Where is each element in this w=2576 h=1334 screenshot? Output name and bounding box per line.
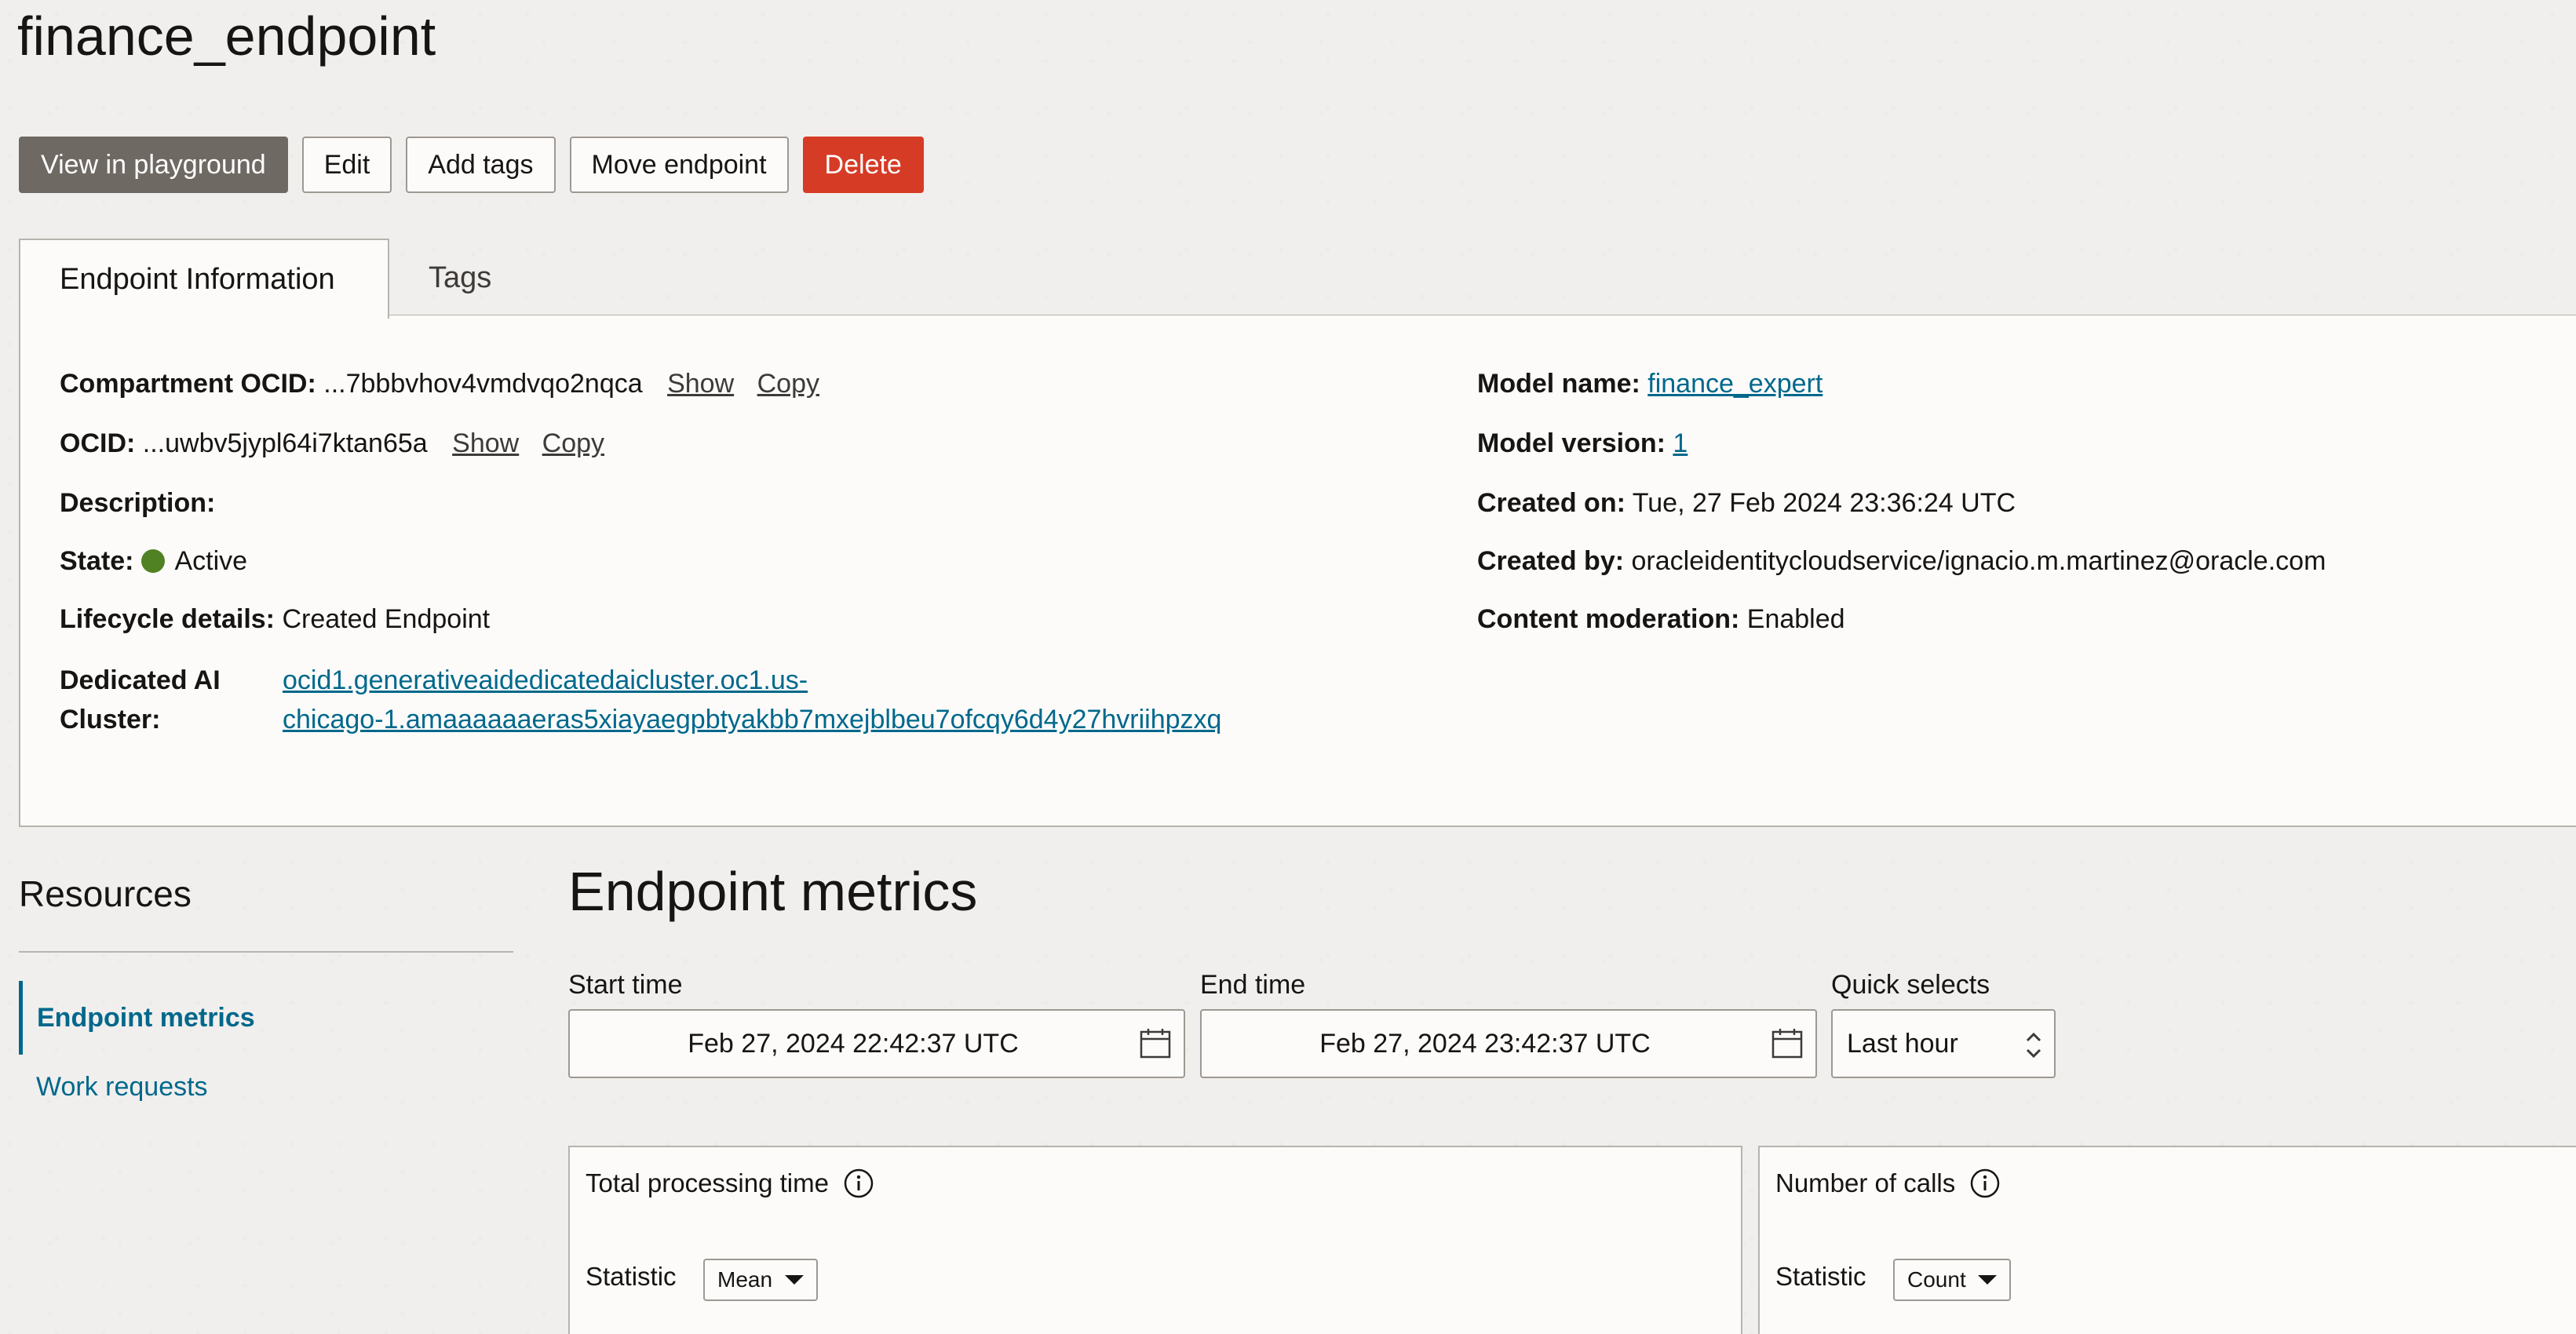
- end-time-input[interactable]: Feb 27, 2024 23:42:37 UTC: [1200, 1009, 1817, 1078]
- compartment-ocid-row: Compartment OCID: ...7bbbvhov4vmdvqo2nqc…: [60, 369, 819, 399]
- created-on-row: Created on: Tue, 27 Feb 2024 23:36:24 UT…: [1477, 488, 2016, 519]
- move-endpoint-button[interactable]: Move endpoint: [569, 137, 789, 193]
- statistic-select-value: Mean: [717, 1267, 773, 1292]
- quick-selects-label: Quick selects: [1831, 970, 1990, 1000]
- statistic-select-value: Count: [1907, 1267, 1966, 1292]
- statistic-label: Statistic: [1775, 1262, 1866, 1291]
- statistic-label: Statistic: [586, 1262, 677, 1291]
- tab-bar: Endpoint Information Tags: [19, 239, 2576, 319]
- calendar-icon[interactable]: [1138, 1026, 1173, 1061]
- endpoint-information-panel: Compartment OCID: ...7bbbvhov4vmdvqo2nqc…: [19, 315, 2576, 827]
- ocid-show-link[interactable]: Show: [452, 428, 519, 458]
- metric-card-title: Number of calls: [1775, 1168, 2001, 1199]
- end-time-label: End time: [1200, 970, 1306, 1000]
- page-title: finance_endpoint: [17, 5, 436, 67]
- up-down-chevron-icon: [2026, 1032, 2041, 1059]
- created-by-row: Created by: oracleidentitycloudservice/i…: [1477, 546, 2326, 577]
- action-toolbar: View in playground Edit Add tags Move en…: [19, 137, 924, 193]
- model-name-row: Model name: finance_expert: [1477, 369, 1823, 399]
- description-label: Description:: [60, 488, 216, 518]
- dedicated-ai-cluster-link-line2[interactable]: chicago-1.amaaaaaaeras5xiayaegpbtyakbb7m…: [283, 700, 1221, 739]
- lifecycle-details-row: Lifecycle details: Created Endpoint: [60, 604, 490, 635]
- ocid-copy-link[interactable]: Copy: [542, 428, 604, 458]
- ocid-label: OCID:: [60, 428, 136, 458]
- start-time-label: Start time: [568, 970, 683, 1000]
- delete-button[interactable]: Delete: [802, 137, 924, 193]
- state-value: Active: [174, 546, 248, 576]
- ocid-value: ...uwbv5jypl64i7ktan65a: [142, 428, 428, 458]
- model-name-link[interactable]: finance_expert: [1647, 369, 1823, 399]
- created-by-label: Created by:: [1477, 546, 1625, 576]
- edit-button[interactable]: Edit: [301, 137, 392, 193]
- metric-card-number-of-calls: Number of calls Statistic Count: [1758, 1146, 2576, 1334]
- start-time-input[interactable]: Feb 27, 2024 22:42:37 UTC: [568, 1009, 1185, 1078]
- created-on-label: Created on:: [1477, 488, 1626, 518]
- content-moderation-label: Content moderation:: [1477, 604, 1740, 634]
- end-time-value: Feb 27, 2024 23:42:37 UTC: [1319, 1028, 1651, 1059]
- dedicated-ai-cluster-label-line1: Dedicated AI: [60, 665, 221, 695]
- metric-card-title-text: Total processing time: [586, 1168, 829, 1197]
- info-icon[interactable]: [843, 1168, 874, 1199]
- resources-item-endpoint-metrics[interactable]: Endpoint metrics: [19, 981, 255, 1055]
- state-label: State:: [60, 546, 134, 576]
- resources-title: Resources: [19, 873, 192, 914]
- metric-card-total-processing-time: Total processing time Statistic Mean: [568, 1146, 1742, 1334]
- statistic-select[interactable]: Count: [1893, 1259, 2011, 1301]
- compartment-ocid-value: ...7bbbvhov4vmdvqo2nqca: [323, 369, 643, 399]
- quick-selects-dropdown[interactable]: Last hour: [1831, 1009, 2056, 1078]
- compartment-ocid-show-link[interactable]: Show: [667, 369, 734, 399]
- created-by-value: oracleidentitycloudservice/ignacio.m.mar…: [1631, 546, 2326, 576]
- dedicated-ai-cluster-label: Dedicated AI Cluster:: [60, 661, 221, 739]
- dedicated-ai-cluster-link-line1[interactable]: ocid1.generativeaidedicatedaicluster.oc1…: [283, 661, 1221, 700]
- start-time-value: Feb 27, 2024 22:42:37 UTC: [688, 1028, 1019, 1059]
- description-row: Description:: [60, 488, 215, 519]
- content-moderation-value: Enabled: [1746, 604, 1845, 634]
- lifecycle-details-label: Lifecycle details:: [60, 604, 275, 634]
- quick-selects-value: Last hour: [1847, 1028, 1958, 1059]
- add-tags-button[interactable]: Add tags: [406, 137, 556, 193]
- statistic-select[interactable]: Mean: [703, 1259, 818, 1301]
- caret-down-icon: [1978, 1275, 1997, 1285]
- dedicated-ai-cluster-link[interactable]: ocid1.generativeaidedicatedaicluster.oc1…: [283, 661, 1221, 739]
- tab-endpoint-information[interactable]: Endpoint Information: [19, 239, 389, 319]
- info-icon[interactable]: [1969, 1168, 2001, 1199]
- model-version-label: Model version:: [1477, 428, 1666, 458]
- caret-down-icon: [785, 1275, 804, 1285]
- metric-card-title: Total processing time: [586, 1168, 874, 1199]
- resources-item-work-requests[interactable]: Work requests: [36, 1072, 208, 1103]
- state-active-icon: [141, 549, 166, 573]
- model-version-row: Model version: 1: [1477, 428, 1688, 459]
- compartment-ocid-label: Compartment OCID:: [60, 369, 316, 399]
- dedicated-ai-cluster-label-line2: Cluster:: [60, 705, 161, 734]
- lifecycle-details-value: Created Endpoint: [282, 604, 491, 634]
- created-on-value: Tue, 27 Feb 2024 23:36:24 UTC: [1632, 488, 2016, 518]
- content-moderation-row: Content moderation: Enabled: [1477, 604, 1845, 635]
- state-row: State: Active: [60, 546, 247, 577]
- endpoint-metrics-title: Endpoint metrics: [568, 861, 978, 922]
- view-in-playground-button[interactable]: View in playground: [19, 137, 288, 193]
- model-name-label: Model name:: [1477, 369, 1640, 399]
- resources-divider: [19, 951, 513, 953]
- ocid-row: OCID: ...uwbv5jypl64i7ktan65a Show Copy: [60, 428, 604, 459]
- metric-card-title-text: Number of calls: [1775, 1168, 1956, 1197]
- calendar-icon[interactable]: [1770, 1026, 1804, 1061]
- model-version-link[interactable]: 1: [1673, 428, 1688, 458]
- compartment-ocid-copy-link[interactable]: Copy: [757, 369, 819, 399]
- tab-tags[interactable]: Tags: [429, 239, 491, 317]
